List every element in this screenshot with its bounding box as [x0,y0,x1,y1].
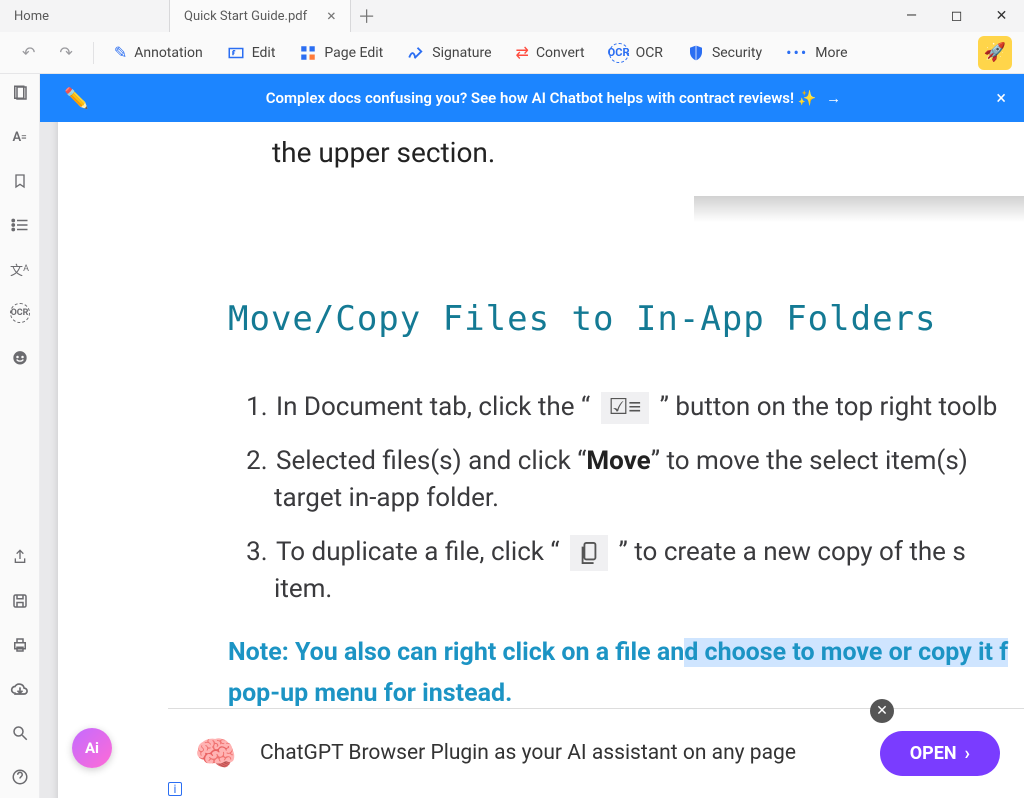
ad-open-button[interactable]: OPEN› [880,731,1000,776]
rocket-icon: 🚀 [984,42,1006,63]
ai-fab-button[interactable]: Ai [72,728,112,768]
ocr-button[interactable]: OCROCR [599,39,673,67]
help-icon[interactable] [9,766,31,788]
convert-icon: ⇄ [516,43,529,62]
undo-button[interactable]: ↶ [12,39,45,66]
annotation-button[interactable]: ✎Annotation [104,39,213,66]
text-format-icon[interactable]: A≡ [9,126,31,148]
more-button[interactable]: •••More [776,39,857,66]
step-3: To duplicate a file, click “ ” to create… [274,534,1024,626]
ad-close-icon[interactable]: ✕ [870,699,894,723]
title-bar: Home Quick Start Guide.pdf × ＋ — ◻ ✕ [0,0,1024,32]
signature-icon [407,44,425,62]
arrow-right-icon: → [822,89,841,107]
left-sidebar: A≡ 文A OCR [0,74,40,798]
save-icon[interactable] [9,590,31,612]
search-icon[interactable] [9,722,31,744]
security-button[interactable]: Security [677,40,772,66]
outline-icon[interactable] [9,214,31,236]
redo-button[interactable]: ↷ [49,39,82,66]
ad-logo-icon: 🧠 [192,730,240,778]
tab-active[interactable]: Quick Start Guide.pdf × [170,0,351,32]
ocr-icon: OCR [609,43,629,63]
document-viewport[interactable]: the upper section. Move/Copy Files to In… [40,74,1024,798]
close-window-button[interactable]: ✕ [979,0,1024,32]
step-2: Selected files(s) and click “Move” to mo… [274,443,1024,534]
signature-button[interactable]: Signature [397,40,501,66]
bottom-ad: 🧠 ChatGPT Browser Plugin as your AI assi… [168,708,1024,798]
separator [93,42,94,64]
pencil-icon: ✎ [114,43,127,62]
bookmark-icon[interactable] [9,170,31,192]
pdf-page: the upper section. Move/Copy Files to In… [58,74,1024,798]
minimize-button[interactable]: — [889,0,934,32]
dropdown-shadow [694,196,1024,222]
text-edit-icon [227,44,245,62]
ad-text: ChatGPT Browser Plugin as your AI assist… [260,740,880,767]
doc-fragment-top: the upper section. [58,136,1024,169]
list-check-icon: ☑≡ [601,392,650,424]
share-icon[interactable] [9,546,31,568]
upgrade-button[interactable]: 🚀 [978,36,1012,70]
section-heading: Move/Copy Files to In-App Folders [58,169,1024,339]
reddit-icon[interactable] [9,346,31,368]
more-icon: ••• [786,43,808,62]
print-icon[interactable] [9,634,31,656]
ad-info-icon[interactable]: i [168,782,182,796]
banner-text: Complex docs confusing you? See how AI C… [266,89,817,107]
window-controls: — ◻ ✕ [889,0,1024,32]
grid-icon [299,44,317,62]
tab-home[interactable]: Home [0,0,170,32]
steps-list: In Document tab, click the “ ☑≡ ” button… [58,339,1024,626]
ocr-side-icon[interactable]: OCR [9,302,31,324]
maximize-button[interactable]: ◻ [934,0,979,32]
shield-icon [687,44,705,62]
step-1: In Document tab, click the “ ☑≡ ” button… [274,389,1024,443]
tab-close-icon[interactable]: × [327,8,336,24]
tab-home-label: Home [14,9,49,24]
main-toolbar: ↶ ↷ ✎Annotation Edit Page Edit Signature… [0,32,1024,74]
chevron-right-icon: › [965,743,970,764]
copy-icon [570,535,608,571]
new-tab-button[interactable]: ＋ [351,0,383,32]
highlighted-text: d choose to move or copy it f [684,638,1008,667]
translate-icon[interactable]: 文A [9,258,31,280]
edit-button[interactable]: Edit [217,40,286,66]
promo-banner[interactable]: ✏️ Complex docs confusing you? See how A… [40,74,1024,122]
banner-close-icon[interactable]: × [996,88,1006,109]
convert-button[interactable]: ⇄Convert [506,39,595,66]
cloud-icon[interactable] [9,678,31,700]
tab-active-label: Quick Start Guide.pdf [184,9,307,24]
page-edit-button[interactable]: Page Edit [289,40,393,66]
pencil-emoji-icon: ✏️ [64,86,89,110]
thumbnails-icon[interactable] [9,82,31,104]
